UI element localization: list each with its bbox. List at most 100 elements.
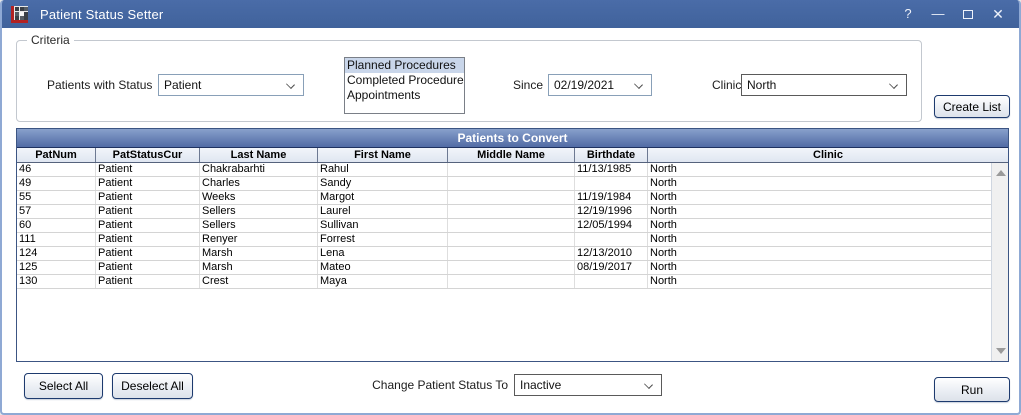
change-status-value: Inactive — [520, 378, 561, 392]
table-row[interactable]: 125PatientMarshMateo 08/19/2017North — [17, 261, 991, 275]
table-cell: 111 — [17, 233, 96, 246]
table-cell: Marsh — [200, 261, 318, 274]
table-cell: 11/13/1985 — [575, 163, 648, 176]
table-cell: Forrest — [318, 233, 448, 246]
since-label: Since — [513, 78, 543, 92]
listbox-item[interactable]: Completed Procedure — [345, 73, 464, 88]
select-all-button[interactable]: Select All — [24, 373, 103, 399]
patients-with-status-label: Patients with Status — [47, 78, 152, 92]
column-header[interactable]: PatStatusCur — [96, 148, 200, 162]
table-cell: 46 — [17, 163, 96, 176]
table-cell: North — [648, 177, 991, 190]
table-cell: North — [648, 247, 991, 260]
table-row[interactable]: 57PatientSellersLaurel12/19/1996North — [17, 205, 991, 219]
table-row[interactable]: 55PatientWeeksMargot11/19/1984North — [17, 191, 991, 205]
table-cell: Patient — [96, 163, 200, 176]
table-cell — [448, 219, 575, 232]
help-button[interactable]: ? — [893, 0, 923, 28]
title-bar[interactable]: Patient Status Setter ? — ✕ — [2, 0, 1019, 28]
procedures-listbox[interactable]: Planned ProceduresCompleted ProcedureApp… — [344, 57, 465, 114]
table-cell: 130 — [17, 275, 96, 288]
table-cell: 57 — [17, 205, 96, 218]
run-button[interactable]: Run — [934, 377, 1010, 402]
column-header[interactable]: Clinic — [648, 148, 1008, 162]
patients-grid: Patients to Convert PatNumPatStatusCurLa… — [16, 128, 1009, 362]
close-button[interactable]: ✕ — [983, 0, 1013, 28]
table-cell: Marsh — [200, 247, 318, 260]
table-cell: Margot — [318, 191, 448, 204]
table-cell — [575, 275, 648, 288]
table-row[interactable]: 130PatientCrestMaya North — [17, 275, 991, 289]
table-cell: Crest — [200, 275, 318, 288]
patient-status-combobox[interactable]: Patient — [158, 74, 304, 96]
table-cell: North — [648, 163, 991, 176]
table-cell: Sellers — [200, 219, 318, 232]
since-combobox[interactable]: 02/19/2021 — [548, 74, 652, 96]
table-cell: North — [648, 205, 991, 218]
table-cell: Patient — [96, 247, 200, 260]
patient-status-value: Patient — [164, 78, 201, 92]
column-header[interactable]: PatNum — [17, 148, 96, 162]
chevron-down-icon — [634, 80, 643, 89]
table-cell — [448, 247, 575, 260]
change-status-combobox[interactable]: Inactive — [514, 374, 662, 396]
table-cell: Laurel — [318, 205, 448, 218]
column-header[interactable]: Last Name — [200, 148, 318, 162]
table-cell: 11/19/1984 — [575, 191, 648, 204]
scroll-down-icon[interactable] — [996, 348, 1006, 354]
table-cell: 125 — [17, 261, 96, 274]
table-row[interactable]: 60PatientSellersSullivan12/05/1994North — [17, 219, 991, 233]
table-cell — [448, 191, 575, 204]
scroll-up-icon[interactable] — [996, 170, 1006, 176]
table-cell: 49 — [17, 177, 96, 190]
table-cell: North — [648, 275, 991, 288]
patient-status-setter-window: Patient Status Setter ? — ✕ Criteria Pat… — [0, 0, 1021, 415]
criteria-group-label: Criteria — [27, 33, 74, 47]
table-cell — [448, 233, 575, 246]
clinic-label: Clinic — [712, 78, 741, 92]
listbox-item[interactable]: Planned Procedures — [345, 58, 464, 73]
app-icon — [11, 6, 28, 23]
grid-header-row: PatNumPatStatusCurLast NameFirst NameMid… — [17, 148, 1008, 163]
maximize-button[interactable] — [953, 0, 983, 28]
table-row[interactable]: 124PatientMarshLena12/13/2010North — [17, 247, 991, 261]
table-cell: Sellers — [200, 205, 318, 218]
chevron-down-icon — [644, 380, 653, 389]
chevron-down-icon — [286, 80, 295, 89]
table-cell: Maya — [318, 275, 448, 288]
column-header[interactable]: Middle Name — [448, 148, 575, 162]
table-cell — [448, 261, 575, 274]
table-row[interactable]: 111PatientRenyerForrest North — [17, 233, 991, 247]
table-cell: Patient — [96, 233, 200, 246]
column-header[interactable]: First Name — [318, 148, 448, 162]
table-cell: 12/19/1996 — [575, 205, 648, 218]
table-cell: Charles — [200, 177, 318, 190]
table-row[interactable]: 46PatientChakrabarhtiRahul11/13/1985Nort… — [17, 163, 991, 177]
table-cell: North — [648, 233, 991, 246]
table-cell: Patient — [96, 261, 200, 274]
table-cell: North — [648, 261, 991, 274]
criteria-group: Criteria Patients with Status Patient Pl… — [16, 40, 922, 122]
table-cell — [448, 275, 575, 288]
minimize-button[interactable]: — — [923, 0, 953, 28]
table-cell: North — [648, 191, 991, 204]
table-cell: Renyer — [200, 233, 318, 246]
listbox-item[interactable]: Appointments — [345, 88, 464, 103]
table-cell: 08/19/2017 — [575, 261, 648, 274]
table-cell: Sullivan — [318, 219, 448, 232]
create-list-button[interactable]: Create List — [934, 95, 1010, 118]
clinic-combobox[interactable]: North — [741, 74, 907, 96]
table-cell: Patient — [96, 191, 200, 204]
table-cell — [448, 205, 575, 218]
table-row[interactable]: 49PatientCharlesSandyNorth — [17, 177, 991, 191]
table-cell: Patient — [96, 275, 200, 288]
window-title: Patient Status Setter — [40, 7, 163, 22]
deselect-all-button[interactable]: Deselect All — [112, 373, 193, 399]
table-cell: Patient — [96, 219, 200, 232]
column-header[interactable]: Birthdate — [575, 148, 648, 162]
change-status-label: Change Patient Status To — [342, 378, 508, 392]
grid-title: Patients to Convert — [17, 129, 1008, 148]
table-cell: Mateo — [318, 261, 448, 274]
vertical-scrollbar[interactable] — [991, 163, 1008, 361]
table-cell — [448, 163, 575, 176]
